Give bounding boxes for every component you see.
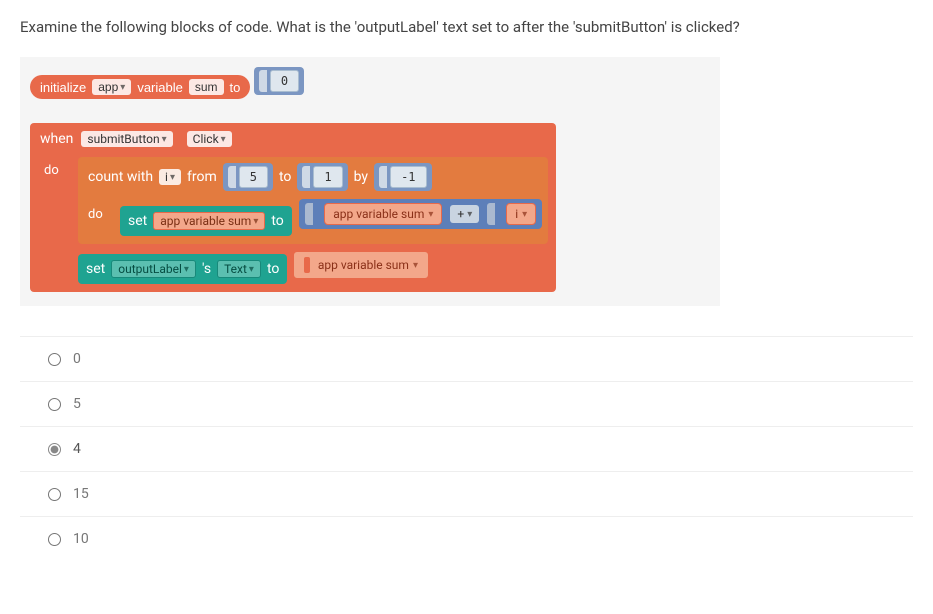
answer-radio[interactable] bbox=[48, 353, 61, 366]
chevron-down-icon: ▾ bbox=[184, 264, 189, 275]
chevron-down-icon: ▾ bbox=[120, 82, 125, 93]
code-blocks-area: initialize app ▾ variable sum to 0 when … bbox=[20, 57, 720, 307]
output-prop-dropdown[interactable]: Text ▾ bbox=[217, 260, 261, 278]
to-value[interactable]: 1 bbox=[313, 166, 342, 188]
answer-option[interactable]: 15 bbox=[20, 471, 913, 516]
by-value[interactable]: -1 bbox=[390, 166, 426, 188]
count-with-block: count with i ▾ from 5 to bbox=[78, 157, 548, 244]
question-text: Examine the following blocks of code. Wh… bbox=[20, 16, 913, 39]
expr-right-label: i bbox=[515, 207, 518, 221]
kw-to: to bbox=[230, 80, 241, 95]
puzzle-notch-icon bbox=[302, 166, 310, 188]
chevron-down-icon: ▾ bbox=[522, 209, 527, 220]
when-target-dropdown[interactable]: submitButton ▾ bbox=[81, 131, 172, 147]
answer-radio[interactable] bbox=[48, 488, 61, 501]
init-value[interactable]: 0 bbox=[270, 70, 299, 92]
from-value[interactable]: 5 bbox=[239, 166, 268, 188]
answer-option[interactable]: 4 bbox=[20, 426, 913, 471]
output-target-dropdown[interactable]: outputLabel ▾ bbox=[111, 260, 196, 278]
expr-right-var[interactable]: i ▾ bbox=[506, 203, 536, 225]
when-block: when submitButton ▾ Click ▾ do count wit… bbox=[30, 123, 556, 292]
output-target-value: outputLabel bbox=[118, 262, 182, 276]
answer-options: 0 5 4 15 10 bbox=[20, 336, 913, 561]
chevron-down-icon: ▾ bbox=[170, 172, 175, 183]
puzzle-notch-icon bbox=[487, 203, 495, 225]
chevron-down-icon: ▾ bbox=[162, 134, 167, 145]
expr-left-var[interactable]: app variable sum ▾ bbox=[324, 203, 442, 225]
answer-label: 0 bbox=[73, 351, 81, 367]
chevron-down-icon: ▾ bbox=[249, 264, 254, 275]
kw-variable: variable bbox=[137, 80, 183, 95]
init-value-socket: 0 bbox=[254, 67, 304, 95]
when-event-value: Click bbox=[193, 132, 219, 146]
kw-do-inner: do bbox=[84, 197, 120, 238]
varname-slot[interactable]: sum bbox=[189, 79, 224, 95]
chevron-down-icon: ▾ bbox=[467, 209, 472, 220]
answer-option[interactable]: 10 bbox=[20, 516, 913, 561]
addition-expression: app variable sum ▾ + ▾ i bbox=[299, 199, 542, 229]
expr-op-dropdown[interactable]: + ▾ bbox=[450, 205, 479, 223]
scope-dropdown[interactable]: app ▾ bbox=[92, 79, 131, 95]
puzzle-notch-icon bbox=[259, 70, 267, 92]
count-var-dropdown[interactable]: i ▾ bbox=[159, 169, 181, 185]
expr-left-label: app variable sum bbox=[333, 207, 424, 221]
kw-do: do bbox=[38, 153, 78, 284]
puzzle-notch-icon bbox=[304, 257, 310, 273]
kw-to-count: to bbox=[279, 169, 291, 185]
kw-to-set-2: to bbox=[267, 261, 279, 277]
when-event-dropdown[interactable]: Click ▾ bbox=[187, 131, 232, 147]
puzzle-notch-icon bbox=[305, 203, 313, 225]
kw-set-2: set bbox=[86, 261, 105, 277]
count-var-value: i bbox=[165, 170, 168, 184]
kw-by: by bbox=[354, 169, 368, 185]
expr-op-value: + bbox=[457, 207, 464, 221]
answer-label: 5 bbox=[73, 396, 81, 412]
to-socket: 1 bbox=[297, 163, 347, 191]
answer-option[interactable]: 5 bbox=[20, 381, 913, 426]
answer-label: 15 bbox=[73, 486, 89, 502]
kw-from: from bbox=[187, 169, 217, 185]
by-socket: -1 bbox=[374, 163, 431, 191]
set-sum-target-value: app variable sum bbox=[160, 214, 251, 228]
output-prop-value: Text bbox=[224, 262, 247, 276]
puzzle-notch-icon bbox=[379, 166, 387, 188]
answer-label: 4 bbox=[73, 441, 81, 457]
set-output-block: set outputLabel ▾ 's Text ▾ to bbox=[78, 254, 287, 284]
chevron-down-icon: ▾ bbox=[428, 209, 433, 220]
chevron-down-icon: ▾ bbox=[413, 260, 418, 271]
kw-when: when bbox=[40, 131, 73, 147]
possessive: 's bbox=[202, 261, 211, 277]
kw-to-set: to bbox=[271, 213, 283, 229]
answer-radio[interactable] bbox=[48, 398, 61, 411]
output-value-label: app variable sum bbox=[318, 258, 409, 272]
answer-option[interactable]: 0 bbox=[20, 336, 913, 381]
chevron-down-icon: ▾ bbox=[253, 216, 258, 227]
kw-count-with: count with bbox=[88, 169, 153, 185]
answer-radio[interactable] bbox=[48, 443, 61, 456]
puzzle-notch-icon bbox=[228, 166, 236, 188]
when-target-value: submitButton bbox=[87, 132, 159, 146]
initialize-pill: initialize app ▾ variable sum to bbox=[30, 75, 250, 99]
kw-initialize: initialize bbox=[40, 80, 86, 95]
answer-radio[interactable] bbox=[48, 533, 61, 546]
kw-set: set bbox=[128, 213, 147, 229]
answer-label: 10 bbox=[73, 531, 89, 547]
initialize-block: initialize app ▾ variable sum to 0 bbox=[30, 67, 710, 100]
scope-value: app bbox=[98, 80, 118, 94]
set-sum-block: set app variable sum ▾ to bbox=[120, 206, 292, 236]
output-value-var[interactable]: app variable sum ▾ bbox=[293, 251, 429, 279]
from-socket: 5 bbox=[223, 163, 273, 191]
set-sum-target-dropdown[interactable]: app variable sum ▾ bbox=[153, 212, 265, 230]
chevron-down-icon: ▾ bbox=[221, 134, 226, 145]
